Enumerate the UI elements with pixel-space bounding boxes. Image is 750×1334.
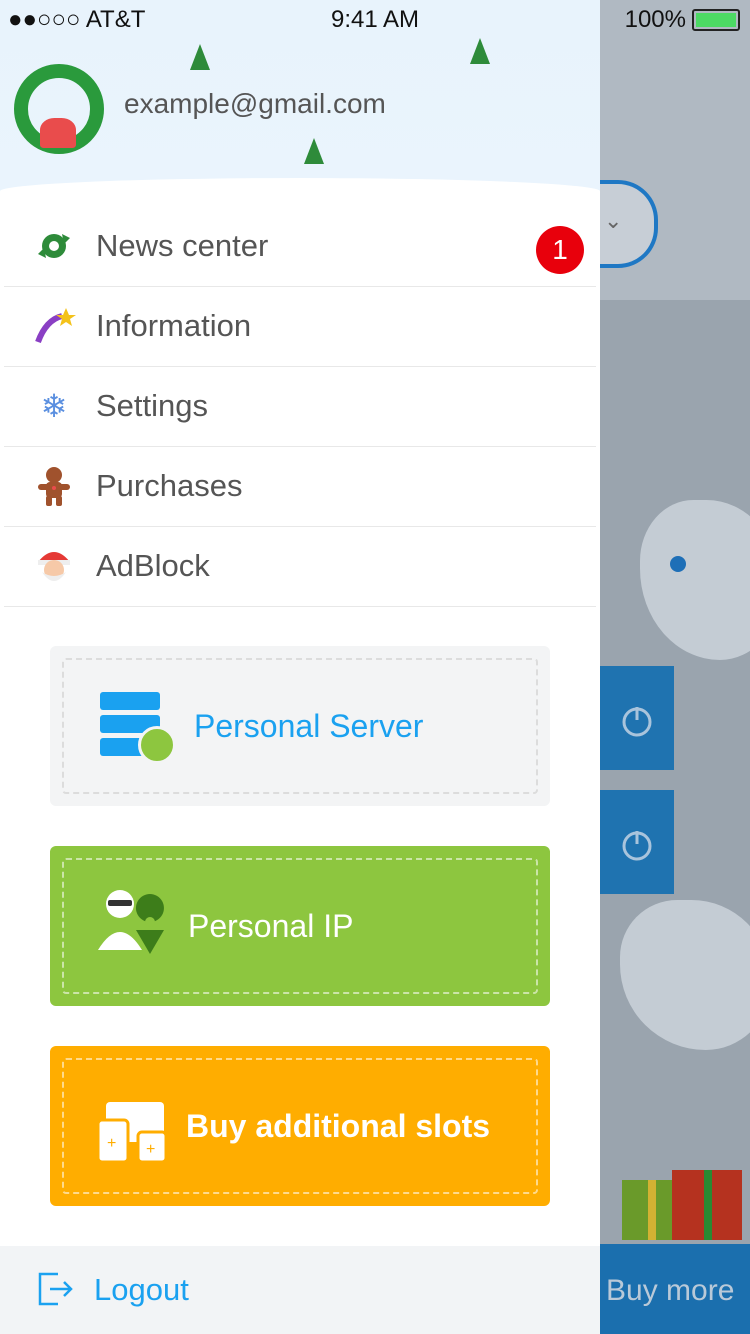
- card-label: Personal IP: [188, 908, 354, 944]
- devices-icon: + +: [98, 1102, 168, 1164]
- battery-icon: [692, 9, 740, 31]
- tree-icon: [190, 44, 210, 70]
- tree-icon: [470, 38, 490, 64]
- menu-label: Purchases: [96, 468, 243, 503]
- menu-item-settings[interactable]: ❄ Settings: [4, 366, 596, 447]
- user-icon: [138, 726, 176, 764]
- background-map-shape: [620, 900, 750, 1050]
- menu-label: News center: [96, 228, 269, 263]
- bow-icon: [40, 118, 76, 148]
- battery-indicator: 100%: [625, 6, 740, 34]
- background-map-shape: [640, 500, 750, 660]
- menu-item-news-center[interactable]: News center 1: [4, 206, 596, 287]
- gift-boxes-icon: [622, 1170, 742, 1240]
- menu-label: Information: [96, 308, 252, 343]
- notification-badge: 1: [536, 226, 584, 274]
- user-email: example@gmail.com: [124, 88, 386, 119]
- card-label: Buy additional slots: [186, 1108, 491, 1144]
- chevron-down-icon: ⌄: [604, 208, 623, 233]
- logout-icon: [38, 1272, 73, 1306]
- svg-text:+: +: [107, 1135, 116, 1152]
- menu-label: Settings: [96, 388, 209, 423]
- card-label: Personal Server: [194, 708, 424, 744]
- snowflake-icon: ❄: [40, 388, 68, 424]
- person-location-icon: [98, 890, 164, 954]
- personal-server-card[interactable]: Personal Server: [50, 646, 550, 806]
- buy-more-button[interactable]: Buy more: [600, 1244, 750, 1334]
- server-icon: [100, 692, 176, 764]
- candy-icon: [32, 226, 76, 266]
- menu-item-purchases[interactable]: Purchases: [4, 446, 596, 527]
- gingerbread-icon: [32, 466, 76, 506]
- menu-item-information[interactable]: Information: [4, 286, 596, 367]
- personal-ip-card[interactable]: Personal IP: [50, 846, 550, 1006]
- santa-icon: [32, 546, 76, 586]
- snow-edge: [0, 178, 600, 200]
- logout-button[interactable]: Logout: [0, 1246, 600, 1334]
- tree-icon: [304, 138, 324, 164]
- svg-text:+: +: [146, 1141, 155, 1158]
- shooting-star-icon: [32, 306, 76, 346]
- logout-label: Logout: [94, 1272, 189, 1307]
- map-location-dot: [670, 556, 686, 572]
- menu-item-adblock[interactable]: AdBlock: [4, 526, 596, 607]
- menu-label: AdBlock: [96, 548, 210, 583]
- power-icon: [622, 707, 652, 737]
- buy-slots-card[interactable]: + + Buy additional slots: [50, 1046, 550, 1206]
- power-button[interactable]: [600, 666, 674, 770]
- power-button[interactable]: [600, 790, 674, 894]
- power-icon: [622, 831, 652, 861]
- side-drawer: example@gmail.com News center 1 Informat…: [0, 0, 600, 1334]
- battery-percent: 100%: [624, 6, 686, 33]
- status-bar: ●●○○○ AT&T 9:41 AM 100%: [0, 0, 750, 40]
